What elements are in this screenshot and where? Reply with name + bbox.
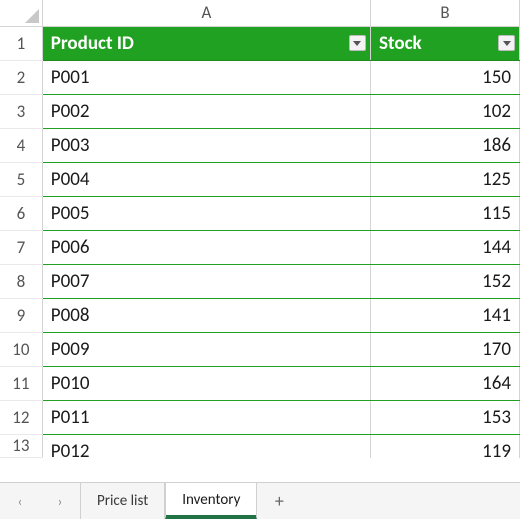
spreadsheet-grid[interactable]: AB 1 Product ID Stock 2 P001 150 3 P002 102 4 P003 1…	[0, 0, 520, 482]
cell[interactable]: 186	[370, 128, 519, 162]
row-header[interactable]: 1	[0, 26, 42, 60]
column-header[interactable]: A	[42, 0, 370, 26]
cell[interactable]: P002	[42, 94, 370, 128]
row-header[interactable]: 11	[0, 366, 42, 400]
cell[interactable]: P010	[42, 366, 370, 400]
row-header[interactable]: 10	[0, 332, 42, 366]
sheet-tab-bar: ‹ › Price list Inventory +	[0, 482, 520, 519]
cell-value: P003	[51, 134, 90, 157]
cell-value: P006	[51, 236, 90, 259]
cell-value: 125	[482, 168, 511, 191]
cell[interactable]: 115	[370, 196, 519, 230]
cell[interactable]: 125	[370, 162, 519, 196]
cell-value: P007	[51, 270, 90, 293]
plus-icon: +	[275, 490, 284, 512]
row-header[interactable]: 9	[0, 298, 42, 332]
sheet-tab-label: Price list	[97, 492, 148, 510]
row-header[interactable]: 2	[0, 60, 42, 94]
chevron-down-icon	[353, 41, 361, 46]
filter-button[interactable]	[349, 35, 366, 51]
cell-value: P011	[51, 406, 90, 429]
cell[interactable]: P001	[42, 60, 370, 94]
cell-value: P008	[51, 304, 90, 327]
row-header[interactable]: 12	[0, 400, 42, 434]
cell[interactable]: 170	[370, 332, 519, 366]
add-sheet-button[interactable]: +	[257, 483, 301, 519]
cell[interactable]: 164	[370, 366, 519, 400]
cell[interactable]: 141	[370, 298, 519, 332]
cell-value: P005	[51, 202, 90, 225]
cell-value: 141	[482, 304, 511, 327]
cell-value: 186	[482, 134, 511, 157]
cell-value: P001	[51, 66, 90, 89]
cell-value: P010	[51, 372, 90, 395]
cell-value: 102	[482, 100, 511, 123]
cell[interactable]: P007	[42, 264, 370, 298]
row-header[interactable]: 5	[0, 162, 42, 196]
cell-value: 115	[482, 202, 511, 225]
sheet-tab-price-list[interactable]: Price list	[80, 483, 165, 519]
cell[interactable]: P009	[42, 332, 370, 366]
cell-value: P002	[51, 100, 90, 123]
table-header-cell[interactable]: Stock	[370, 26, 519, 60]
cell[interactable]: 153	[370, 400, 519, 434]
cell[interactable]: 119	[370, 434, 519, 458]
cell-value: 170	[482, 338, 511, 361]
cell[interactable]: P004	[42, 162, 370, 196]
cell[interactable]: P006	[42, 230, 370, 264]
row-header[interactable]: 8	[0, 264, 42, 298]
cell[interactable]: P008	[42, 298, 370, 332]
tab-nav-arrows: ‹ ›	[0, 483, 80, 519]
sheet-tab-label: Inventory	[182, 491, 240, 509]
tab-nav-prev[interactable]: ‹	[18, 493, 23, 510]
table-header-cell[interactable]: Product ID	[42, 26, 370, 60]
cell-value: P009	[51, 338, 90, 361]
cell[interactable]: P005	[42, 196, 370, 230]
cell-value: 153	[482, 406, 511, 429]
sheet-tab-inventory[interactable]: Inventory	[165, 483, 257, 519]
cell[interactable]: 150	[370, 60, 519, 94]
cell[interactable]: P003	[42, 128, 370, 162]
cell-value: 150	[482, 66, 511, 89]
header-label: Product ID	[51, 32, 134, 55]
cell[interactable]: P012	[42, 434, 370, 458]
select-all-cell[interactable]	[0, 0, 42, 26]
cell-value: 164	[482, 372, 511, 395]
row-header[interactable]: 4	[0, 128, 42, 162]
cell-value: 144	[482, 236, 511, 259]
cell[interactable]: P011	[42, 400, 370, 434]
tab-nav-next[interactable]: ›	[58, 493, 63, 510]
cell-value: 119	[482, 440, 511, 463]
header-label: Stock	[379, 32, 422, 55]
row-header[interactable]: 13	[0, 434, 42, 458]
cell-value: 152	[482, 270, 511, 293]
cell[interactable]: 144	[370, 230, 519, 264]
column-header[interactable]: B	[370, 0, 519, 26]
row-header[interactable]: 3	[0, 94, 42, 128]
row-header[interactable]: 7	[0, 230, 42, 264]
filter-button[interactable]	[498, 35, 515, 51]
cell[interactable]: 152	[370, 264, 519, 298]
chevron-down-icon	[503, 41, 511, 46]
cell-value: P012	[51, 440, 90, 463]
cell-value: P004	[51, 168, 90, 191]
cell[interactable]: 102	[370, 94, 519, 128]
row-header[interactable]: 6	[0, 196, 42, 230]
